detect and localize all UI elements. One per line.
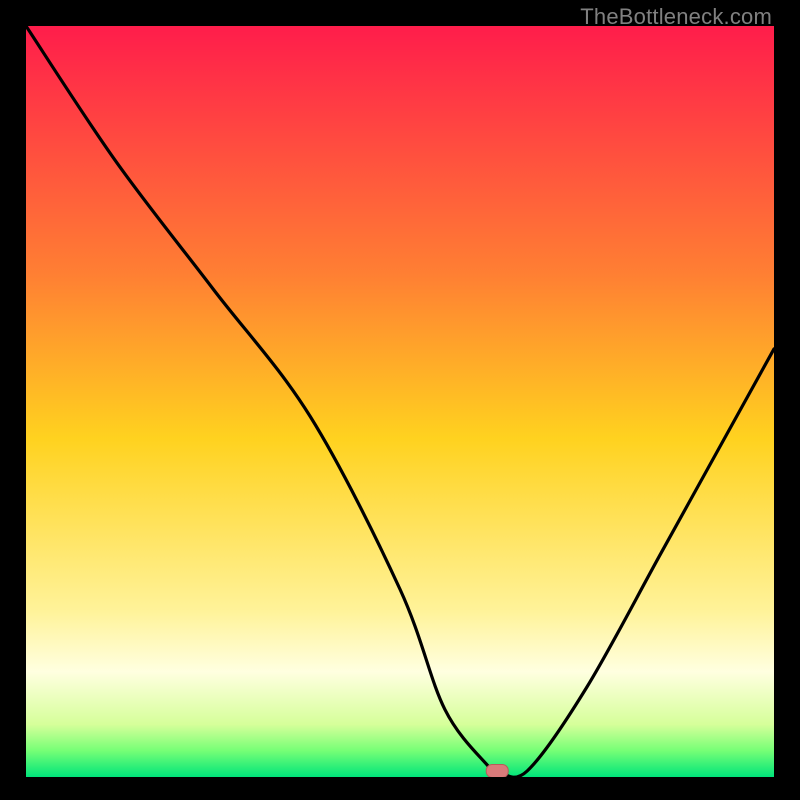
gradient-background: [26, 26, 774, 777]
chart-frame: TheBottleneck.com: [0, 0, 800, 800]
bottleneck-chart: [26, 26, 774, 777]
optimal-marker: [486, 764, 508, 777]
plot-area: [26, 26, 774, 777]
